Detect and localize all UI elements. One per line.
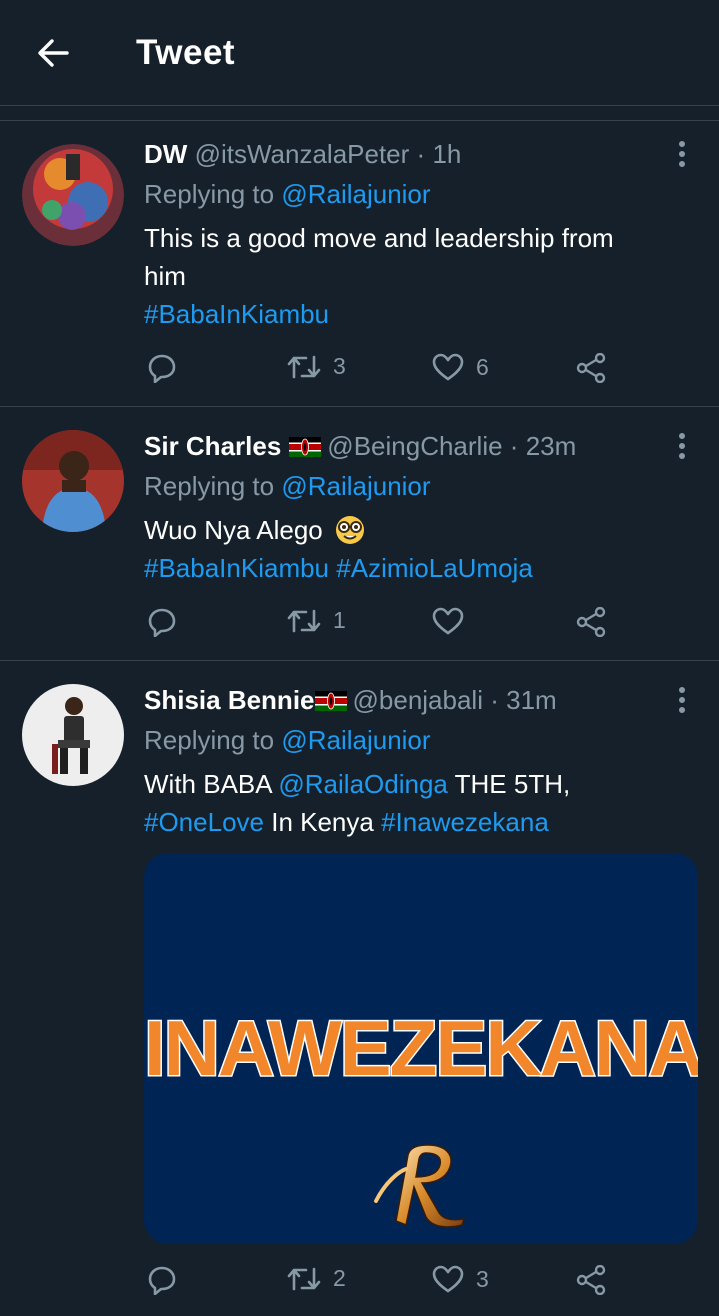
- display-name[interactable]: Shisia Bennie: [144, 685, 315, 715]
- tweet-header: Sir Charles @BeingCharlie · 23m: [144, 430, 576, 462]
- like-button[interactable]: 6: [432, 353, 489, 381]
- reply-button[interactable]: [148, 1265, 176, 1295]
- kenya-flag-icon: [314, 691, 347, 711]
- reply-button[interactable]: [148, 607, 176, 637]
- tweet[interactable]: DW @itsWanzalaPeter · 1h Replying to @Ra…: [0, 121, 719, 407]
- replying-to: Replying to @Railajunior: [144, 178, 431, 210]
- replying-to: Replying to @Railajunior: [144, 470, 431, 502]
- page-title: Tweet: [136, 33, 236, 72]
- more-vertical-icon: [679, 141, 685, 167]
- share-button[interactable]: [576, 607, 606, 637]
- reply-icon: [148, 1266, 176, 1295]
- retweet-count: 1: [333, 607, 346, 633]
- tweet-actions: 2 3: [0, 1261, 719, 1301]
- more-vertical-icon: [679, 433, 685, 459]
- retweet-button[interactable]: 2: [287, 1265, 346, 1292]
- separator: ·: [509, 431, 519, 461]
- tweet-text: THE 5TH,: [454, 769, 571, 799]
- hashtag-link[interactable]: #BabaInKiambu: [144, 299, 329, 329]
- handle[interactable]: @itsWanzalaPeter: [195, 139, 410, 169]
- share-button[interactable]: [576, 1265, 606, 1295]
- share-icon: [576, 1265, 606, 1295]
- tweet[interactable]: Shisia Bennie @benjabali · 31m Replying …: [0, 661, 719, 1316]
- reply-button[interactable]: [148, 353, 176, 383]
- retweet-button[interactable]: 1: [287, 607, 346, 634]
- avatar[interactable]: [22, 684, 124, 786]
- hashtag-link[interactable]: #AzimioLaUmoja: [336, 553, 533, 583]
- mention-link[interactable]: @RailaOdinga: [278, 769, 447, 799]
- retweet-count: 3: [333, 353, 346, 379]
- share-button[interactable]: [576, 353, 606, 383]
- reply-mention-link[interactable]: @Railajunior: [281, 179, 430, 209]
- like-count: 3: [476, 1265, 489, 1292]
- like-count: 6: [476, 353, 489, 380]
- retweet-icon: [287, 609, 321, 632]
- timestamp[interactable]: 31m: [506, 685, 557, 715]
- r-logo-icon: [374, 1144, 466, 1228]
- reply-mention-link[interactable]: @Railajunior: [281, 725, 430, 755]
- replying-to-label: Replying to: [144, 179, 275, 209]
- replying-to: Replying to @Railajunior: [144, 724, 431, 756]
- tweet[interactable]: Sir Charles @BeingCharlie · 23m Replying…: [0, 407, 719, 661]
- tweet-actions: 3 6: [0, 349, 719, 389]
- separator: ·: [416, 139, 426, 169]
- display-name[interactable]: Sir Charles: [144, 431, 281, 461]
- nerd-face-icon: [335, 516, 364, 544]
- more-vertical-icon: [679, 687, 685, 713]
- tweet-text-line: #OneLove In Kenya #Inawezekana: [144, 806, 549, 838]
- kenya-flag-icon: [289, 437, 322, 457]
- tweet-text-line: Wuo Nya Alego: [144, 514, 366, 546]
- tweet-text: In Kenya: [271, 807, 374, 837]
- replying-to-label: Replying to: [144, 725, 275, 755]
- handle[interactable]: @BeingCharlie: [327, 431, 502, 461]
- back-button[interactable]: [36, 36, 70, 70]
- timestamp[interactable]: 23m: [526, 431, 577, 461]
- heart-icon: [432, 1265, 464, 1293]
- hashtag-link[interactable]: #Inawezekana: [381, 807, 549, 837]
- tweet-text-line: him: [144, 261, 186, 291]
- tweet-header: Shisia Bennie @benjabali · 31m: [144, 684, 557, 716]
- tweet-actions: 1: [0, 603, 719, 643]
- retweet-button[interactable]: 3: [287, 353, 346, 380]
- timestamp[interactable]: 1h: [432, 139, 461, 169]
- tweet-text: Wuo Nya Alego: [144, 515, 323, 545]
- more-options-button[interactable]: [672, 685, 692, 715]
- heart-icon: [432, 353, 464, 381]
- tweet-text: With BABA: [144, 769, 272, 799]
- tweet-text-line: This is a good move and leadership from: [144, 223, 614, 253]
- tweet-media-image[interactable]: INAWEZEKANA: [144, 853, 698, 1244]
- display-name[interactable]: DW: [144, 139, 187, 169]
- handle[interactable]: @benjabali: [353, 685, 483, 715]
- hashtag-link[interactable]: #OneLove: [144, 807, 264, 837]
- like-button[interactable]: 3: [432, 1265, 489, 1293]
- top-app-bar: Tweet: [0, 0, 719, 106]
- arrow-left-icon: [38, 39, 69, 67]
- share-icon: [576, 353, 606, 383]
- replying-to-label: Replying to: [144, 471, 275, 501]
- more-options-button[interactable]: [672, 139, 692, 169]
- media-caption: INAWEZEKANA: [144, 1003, 698, 1094]
- retweet-count: 2: [333, 1265, 346, 1291]
- avatar[interactable]: [22, 144, 124, 246]
- reply-icon: [148, 608, 176, 637]
- share-icon: [576, 607, 606, 637]
- avatar[interactable]: [22, 430, 124, 532]
- heart-icon: [432, 607, 464, 635]
- retweet-icon: [287, 1267, 321, 1290]
- tweet-text-line: With BABA @RailaOdinga THE 5TH,: [144, 768, 570, 800]
- more-options-button[interactable]: [672, 431, 692, 461]
- reply-mention-link[interactable]: @Railajunior: [281, 471, 430, 501]
- tweet-header: DW @itsWanzalaPeter · 1h: [144, 138, 461, 170]
- retweet-icon: [287, 355, 321, 378]
- hashtag-link[interactable]: #BabaInKiambu: [144, 553, 329, 583]
- reply-icon: [148, 354, 176, 383]
- separator: ·: [490, 685, 499, 715]
- like-button[interactable]: [432, 607, 476, 635]
